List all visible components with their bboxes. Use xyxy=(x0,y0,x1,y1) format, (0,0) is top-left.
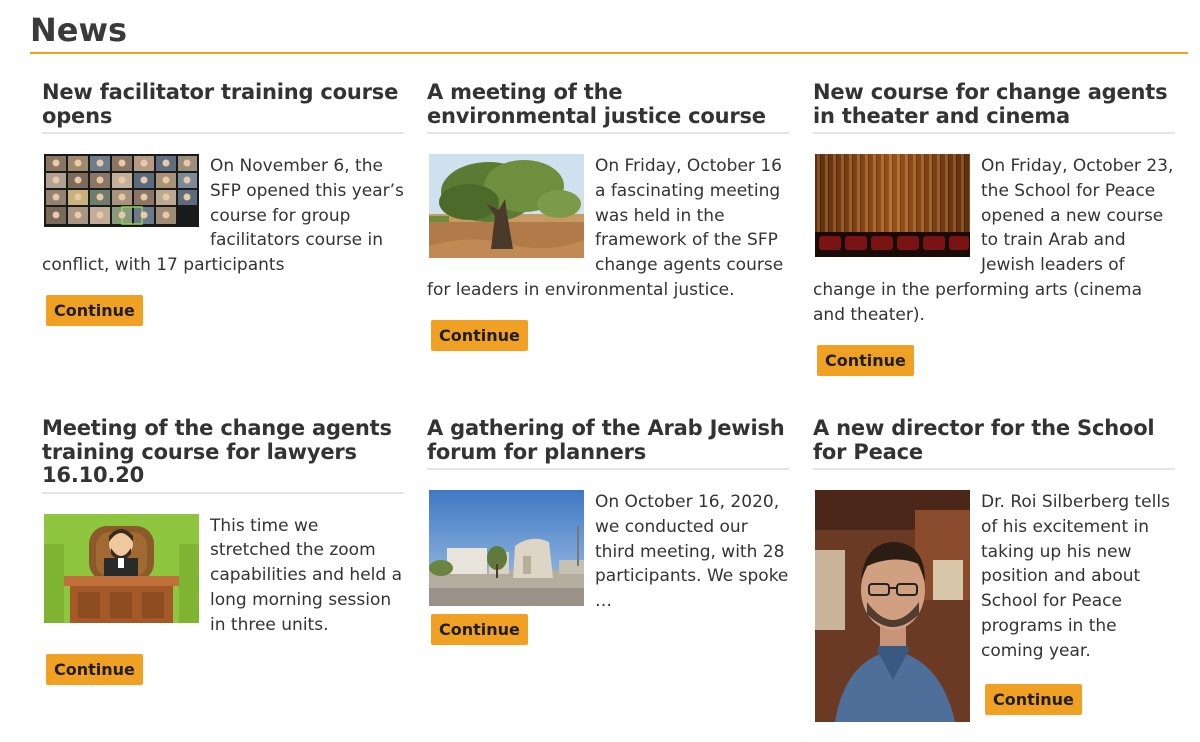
news-card-excerpt: On October 16, 2020, we conducted our th… xyxy=(595,492,789,612)
olive-tree-image[interactable] xyxy=(429,154,584,258)
title-divider xyxy=(30,52,1188,54)
director-portrait-image[interactable] xyxy=(815,490,970,722)
news-card: Meeting of the change agents training co… xyxy=(42,416,404,686)
continue-button[interactable]: Continue xyxy=(46,654,143,686)
continue-button[interactable]: Continue xyxy=(817,344,914,376)
stone-building-image[interactable] xyxy=(429,490,584,606)
news-card-title[interactable]: A meeting of the environmental justice c… xyxy=(427,80,789,134)
continue-button[interactable]: Continue xyxy=(431,319,528,351)
news-card-title[interactable]: New course for change agents in theater … xyxy=(813,80,1175,134)
continue-button[interactable]: Continue xyxy=(431,613,528,645)
news-card-title[interactable]: A gathering of the Arab Jewish forum for… xyxy=(427,416,789,470)
news-card: A meeting of the environmental justice c… xyxy=(427,80,789,351)
news-card-excerpt: This time we stretched the zoom capabili… xyxy=(210,515,402,635)
news-card: New facilitator training course opens On… xyxy=(42,80,404,326)
zoom-meeting-image[interactable] xyxy=(44,154,199,227)
theater-curtain-image[interactable] xyxy=(815,154,970,257)
news-card-title[interactable]: New facilitator training course opens xyxy=(42,80,404,134)
news-card-title[interactable]: Meeting of the change agents training co… xyxy=(42,416,404,494)
continue-button[interactable]: Continue xyxy=(985,683,1082,715)
news-card-excerpt: Dr. Roi Silberberg tells of his exciteme… xyxy=(981,492,1170,661)
news-card: New course for change agents in theater … xyxy=(813,80,1175,376)
news-card-title[interactable]: A new director for the School for Peace xyxy=(813,416,1175,470)
news-card: A gathering of the Arab Jewish forum for… xyxy=(427,416,789,645)
continue-button[interactable]: Continue xyxy=(46,294,143,326)
page-title: News xyxy=(30,11,128,49)
judge-illustration-image[interactable] xyxy=(44,513,199,623)
news-card: A new director for the School for Peace … xyxy=(813,416,1175,722)
